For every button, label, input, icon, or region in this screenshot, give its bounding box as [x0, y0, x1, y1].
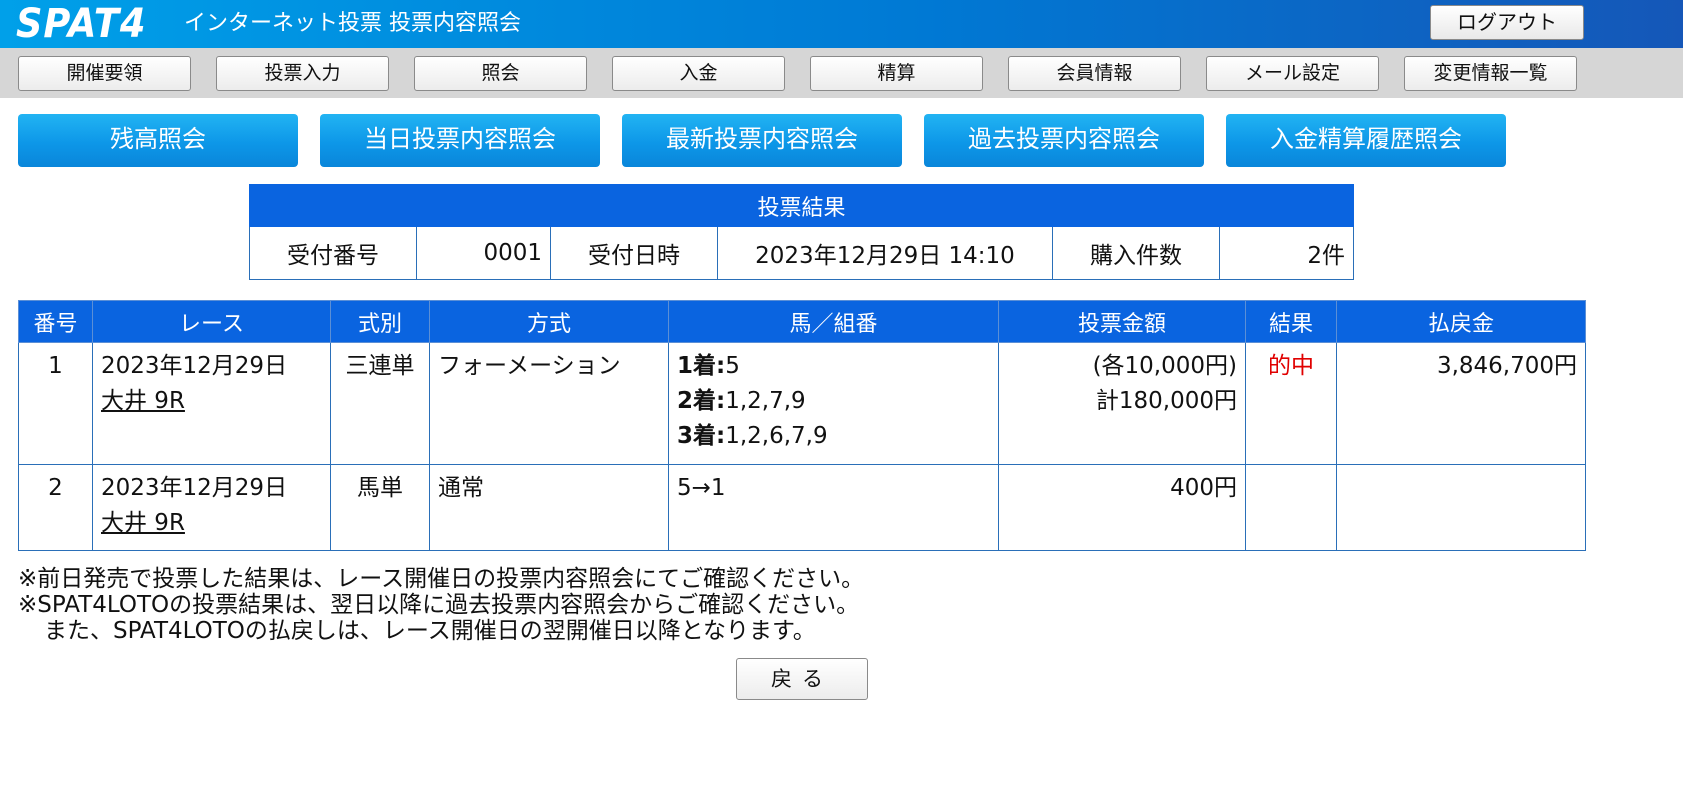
receipt-datetime-value: 2023年12月29日 14:10	[717, 226, 1053, 280]
logout-button[interactable]: ログアウト	[1430, 5, 1584, 40]
race-cell: 2023年12月29日 大井 9R	[92, 342, 331, 465]
bet-type: 馬単	[330, 464, 430, 551]
payout-amount: 3,846,700円	[1336, 342, 1586, 465]
header-payout: 払戻金	[1336, 300, 1586, 343]
spat4-logo[interactable]: SPAT4	[16, 2, 158, 46]
header-result: 結果	[1245, 300, 1337, 343]
nav-member-info-button[interactable]: 会員情報	[1008, 56, 1181, 91]
race-link[interactable]: 大井 9R	[101, 510, 185, 536]
receipt-no-label: 受付番号	[249, 226, 417, 280]
page-title: インターネット投票 投票内容照会	[184, 11, 521, 36]
results-header-row: 番号 レース 式別 方式 馬／組番 投票金額 結果 払戻金	[18, 300, 1586, 343]
race-cell: 2023年12月29日 大井 9R	[92, 464, 331, 551]
latest-vote-inquiry-button[interactable]: 最新投票内容照会	[622, 114, 902, 167]
result-status	[1245, 464, 1337, 551]
race-date: 2023年12月29日	[101, 475, 288, 501]
header-bar: SPAT4 インターネット投票 投票内容照会 ログアウト	[0, 0, 1683, 48]
header-method: 方式	[429, 300, 669, 343]
receipt-datetime-label: 受付日時	[550, 226, 718, 280]
note-line: また、SPAT4LOTOの払戻しは、レース開催日の翌開催日以降となります。	[44, 618, 816, 644]
result-status: 的中	[1245, 342, 1337, 465]
vote-summary-table: 投票結果 受付番号 0001 受付日時 2023年12月29日 14:10 購入…	[249, 184, 1354, 280]
combination-cell: 5→1	[668, 464, 999, 551]
amount-cell: 400円	[998, 464, 1246, 551]
nav-deposit-button[interactable]: 入金	[612, 56, 785, 91]
amount-cell: (各10,000円) 計180,000円	[998, 342, 1246, 465]
logo-text: SPAT4	[16, 1, 147, 47]
place-label: 1着:	[677, 353, 726, 379]
row-number: 1	[18, 342, 93, 465]
nav-mail-settings-button[interactable]: メール設定	[1206, 56, 1379, 91]
payout-amount	[1336, 464, 1586, 551]
past-vote-inquiry-button[interactable]: 過去投票内容照会	[924, 114, 1204, 167]
amount-total: 計180,000円	[1095, 388, 1237, 414]
place-value: 1,2,7,9	[725, 388, 806, 414]
purchase-count-value: 2件	[1219, 226, 1354, 280]
receipt-no-value: 0001	[416, 226, 551, 280]
main-nav: 開催要領 投票入力 照会 入金 精算 会員情報 メール設定 変更情報一覧	[0, 48, 1683, 98]
place-label: 3着:	[677, 423, 726, 449]
header-combination: 馬／組番	[668, 300, 999, 343]
nav-settlement-button[interactable]: 精算	[810, 56, 983, 91]
table-row: 1 2023年12月29日 大井 9R 三連単 フォーメーション 1着:5 2着…	[18, 342, 1586, 465]
deposit-history-inquiry-button[interactable]: 入金精算履歴照会	[1226, 114, 1506, 167]
summary-title: 投票結果	[249, 184, 1354, 227]
bet-type: 三連単	[330, 342, 430, 465]
note-line: ※前日発売で投票した結果は、レース開催日の投票内容照会にてご確認ください。	[18, 566, 865, 592]
vote-results-table: 番号 レース 式別 方式 馬／組番 投票金額 結果 払戻金 1 2023年12月…	[18, 300, 1586, 551]
balance-inquiry-button[interactable]: 残高照会	[18, 114, 298, 167]
header-race: レース	[92, 300, 331, 343]
place-label: 2着:	[677, 388, 726, 414]
bet-method: 通常	[429, 464, 669, 551]
race-date: 2023年12月29日	[101, 353, 288, 379]
combination-cell: 1着:5 2着:1,2,7,9 3着:1,2,6,7,9	[668, 342, 999, 465]
purchase-count-label: 購入件数	[1052, 226, 1220, 280]
note-line: ※SPAT4LOTOの投票結果は、翌日以降に過去投票内容照会からご確認ください。	[18, 592, 860, 618]
place-value: 1,2,6,7,9	[725, 423, 828, 449]
bet-method: フォーメーション	[429, 342, 669, 465]
row-number: 2	[18, 464, 93, 551]
nav-vote-input-button[interactable]: 投票入力	[216, 56, 389, 91]
place-value: 5	[725, 353, 740, 379]
header-amount: 投票金額	[998, 300, 1246, 343]
header-bet-type: 式別	[330, 300, 430, 343]
race-link[interactable]: 大井 9R	[101, 388, 185, 414]
amount-each: (各10,000円)	[1092, 353, 1237, 379]
back-button[interactable]: 戻る	[736, 658, 868, 700]
today-vote-inquiry-button[interactable]: 当日投票内容照会	[320, 114, 600, 167]
nav-inquiry-button[interactable]: 照会	[414, 56, 587, 91]
notes: ※前日発売で投票した結果は、レース開催日の投票内容照会にてご確認ください。 ※S…	[18, 566, 864, 644]
header-number: 番号	[18, 300, 93, 343]
table-row: 2 2023年12月29日 大井 9R 馬単 通常 5→1 400円	[18, 464, 1586, 551]
nav-change-log-button[interactable]: 変更情報一覧	[1404, 56, 1577, 91]
nav-schedule-button[interactable]: 開催要領	[18, 56, 191, 91]
